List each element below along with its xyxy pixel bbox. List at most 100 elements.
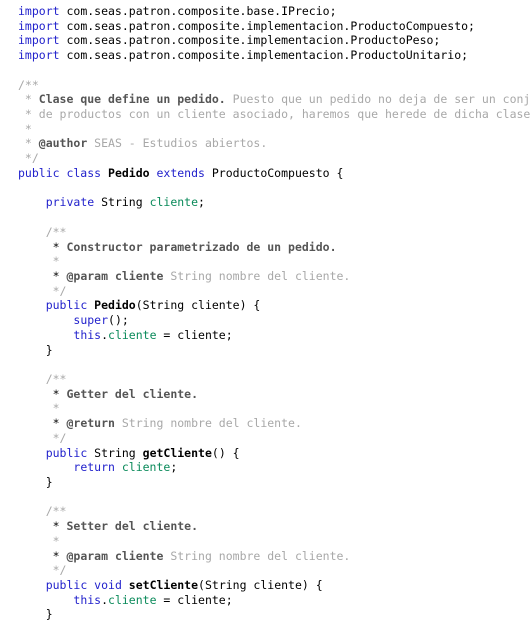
import-path: com.seas.patron.composite.implementacion… [59,18,475,33]
code-line-class-javadoc-open: /** [18,78,531,93]
javadoc-param-desc: String nombre del cliente. [163,268,351,283]
keyword-public: public [45,578,88,593]
code-line-getter-javadoc-open: /** [18,372,531,387]
super-call-args: (); [108,313,129,328]
import-path: com.seas.patron.composite.implementacion… [59,33,441,48]
javadoc-close: */ [45,283,67,298]
code-line-ctor-assignment: this.cliente = cliente; [18,328,531,343]
code-line-getter-javadoc-return: * @return String nombre del cliente. [18,416,531,431]
indent: * [18,268,67,283]
javadoc-summary-bold: Clase que define un pedido. [38,92,226,107]
code-line-ctor-javadoc-star: * [18,254,531,269]
code-line-ctor-javadoc-summary: * Constructor parametrizado de un pedido… [18,240,531,255]
constructor-name: Pedido [87,298,136,313]
code-line-getter-signature: public String getCliente() { [18,446,531,461]
code-line-import-1: import com.seas.patron.composite.base.IP… [18,4,531,19]
javadoc-star: * [18,107,32,122]
javadoc-tag-param: @param [66,268,109,283]
javadoc-open: /** [18,77,39,92]
return-type: String [87,445,143,460]
code-line-class-javadoc-summary: * Clase que define un pedido. Puesto que… [18,92,531,107]
javadoc-close: */ [18,151,39,166]
code-line-setter-close-brace: } [18,607,531,622]
code-line-import-4: import com.seas.patron.composite.impleme… [18,48,531,63]
code-line-import-3: import com.seas.patron.composite.impleme… [18,33,531,48]
keyword-extends: extends [149,165,212,180]
javadoc-close: */ [45,430,67,445]
javadoc-param-name: cliente [108,548,164,563]
method-name-setcliente: setCliente [128,578,199,593]
code-line-ctor-close-brace: } [18,343,531,358]
keyword-this: this [73,592,102,607]
code-line-ctor-javadoc-close: */ [18,284,531,299]
indent: * [18,239,67,254]
code-line-class-javadoc-close: */ [18,151,531,166]
field-reference: cliente [108,592,157,607]
keyword-import: import [18,18,60,33]
constructor-params: (String cliente) { [135,298,261,313]
code-line-import-2: import com.seas.patron.composite.impleme… [18,19,531,34]
indent: * [18,519,67,534]
class-name: Pedido [108,165,150,180]
code-line-ctor-javadoc-open: /** [18,225,531,240]
javadoc-open: /** [45,504,67,519]
code-editor-view[interactable]: import com.seas.patron.composite.base.IP… [0,0,531,621]
javadoc-author-value: SEAS - Estudios abiertos. [87,136,268,151]
indent: * [18,386,67,401]
field-type: String [94,195,150,210]
import-path: com.seas.patron.composite.base.IPrecio; [59,4,337,18]
open-brace: { [329,165,344,180]
javadoc-tag-return: @return [66,416,115,431]
code-line-getter-return: return cliente; [18,460,531,475]
keyword-super: super [73,313,109,328]
keyword-import: import [18,4,60,18]
javadoc-summary-bold: Constructor parametrizado de un pedido. [66,239,337,254]
code-line-ctor-javadoc-param: * @param cliente String nombre del clien… [18,269,531,284]
keyword-return: return [73,460,115,475]
javadoc-star: * [45,401,60,416]
indent: * [18,416,67,431]
javadoc-summary-rest: Puesto que un pedido no deja de ser un c… [225,92,531,107]
code-line-setter-signature: public void setCliente(String cliente) { [18,578,531,593]
javadoc-summary-bold: Setter del cliente. [66,519,199,534]
javadoc-param-desc: String nombre del cliente. [163,548,351,563]
code-line-setter-assignment: this.cliente = cliente; [18,593,531,608]
javadoc-star: * [18,121,32,136]
semicolon: ; [170,460,178,475]
code-line-class-javadoc-star: * [18,122,531,137]
import-path: com.seas.patron.composite.implementacion… [59,48,469,63]
code-line-getter-javadoc-close: */ [18,431,531,446]
keyword-public: public [45,298,88,313]
code-line-class-javadoc-body: * de productos con un cliente asociado, … [18,107,531,122]
code-line-getter-javadoc-summary: * Getter del cliente. [18,387,531,402]
superclass-name: ProductoCompuesto [211,165,330,180]
code-line-class-declaration: public class Pedido extends ProductoComp… [18,166,531,181]
code-line-getter-close-brace: } [18,475,531,490]
javadoc-star: * [18,136,39,151]
indent: * [18,548,67,563]
keyword-private: private [45,195,95,210]
keyword-public: public [45,445,88,460]
code-line-setter-javadoc-open: /** [18,504,531,519]
javadoc-summary-bold: Getter del cliente. [66,386,199,401]
dot-operator: . [101,327,109,342]
keyword-import: import [18,33,60,48]
keyword-this: this [73,327,102,342]
code-line-class-javadoc-author: * @author SEAS - Estudios abiertos. [18,136,531,151]
code-line-setter-javadoc-summary: * Setter del cliente. [18,519,531,534]
dot-operator: . [101,592,109,607]
code-line-field-cliente: private String cliente; [18,195,531,210]
method-params: (String cliente) { [198,578,323,593]
